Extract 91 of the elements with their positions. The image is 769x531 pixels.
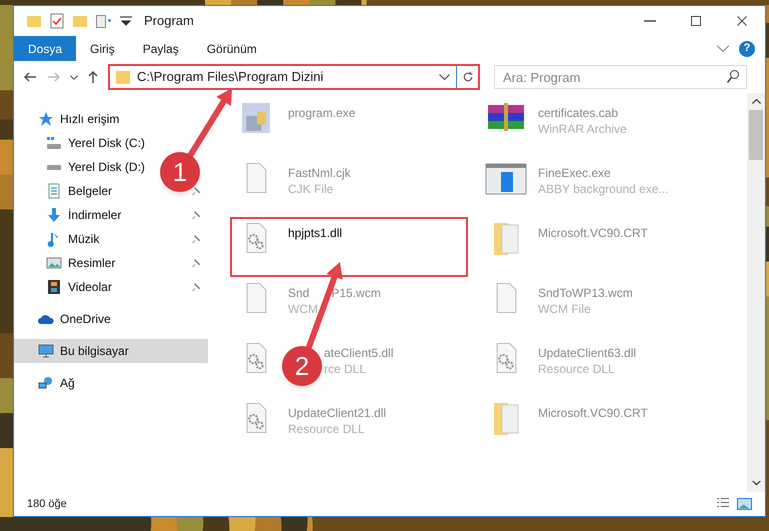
chevron-down-icon [439, 74, 450, 80]
file-name: ateClient5.dll [324, 345, 394, 361]
file-name: P15.wcm [331, 285, 381, 301]
ribbon-tab[interactable]: Görünüm [192, 36, 271, 61]
scrollbar[interactable] [747, 93, 765, 492]
dropdown-icon [120, 16, 132, 26]
help-button[interactable]: ? [739, 40, 755, 56]
star-icon [38, 111, 54, 127]
sidebar-item[interactable]: Videolar [46, 278, 112, 296]
folder-icon [115, 70, 131, 84]
ribbon-tab[interactable]: Dosya [14, 36, 76, 61]
file-type: Resource DLL [288, 421, 365, 437]
network-icon [38, 375, 54, 391]
file-name: hpjpts1.dll [288, 225, 342, 241]
sidebar-item[interactable]: İndirmeler [46, 206, 122, 224]
gear-file-icon [246, 403, 266, 433]
large-icons-view-icon [737, 498, 752, 510]
chevron-up-icon [752, 99, 760, 104]
pin-icon [190, 281, 202, 293]
window-icon [485, 163, 527, 195]
file-name: Microsoft.VC90.CRT [538, 225, 648, 241]
gear-file-icon [246, 343, 266, 373]
maximize-icon [690, 15, 702, 27]
pin-icon [190, 209, 202, 221]
details-view-icon [717, 498, 729, 507]
file-name: UpdateClient63.dll [538, 345, 636, 361]
file-type: WinRAR Archive [538, 121, 627, 137]
sidebar-item[interactable]: Resimler [46, 254, 116, 272]
folder-icon [494, 223, 518, 256]
address-path: C:\Program Files\Program Dizini [137, 68, 324, 86]
file-name: certificates.cab [538, 105, 618, 121]
item-count: 180 öğe [27, 496, 67, 512]
sidebar-item[interactable]: Belgeler [46, 182, 112, 200]
program-icon [242, 103, 270, 133]
file-name: FastNml.cjk [288, 165, 351, 181]
up-arrow-icon [88, 70, 98, 84]
file-type: Resource DLL [538, 361, 615, 377]
ribbon-tab[interactable]: Paylaş [128, 36, 193, 61]
file-name: FineExec.exe [538, 165, 611, 181]
file-type: ABBY background exe... [538, 181, 669, 197]
monitor-icon [38, 343, 54, 359]
folder-icon [72, 16, 88, 26]
address-field[interactable]: C:\Program Files\Program Dizini [108, 64, 480, 90]
sidebar-item[interactable]: Ağ [38, 374, 75, 392]
back-arrow-icon [24, 72, 37, 82]
file-name: UpdateClient21.dll [288, 405, 386, 421]
refresh-icon [462, 71, 474, 83]
sidebar-item[interactable]: Yerel Disk (C:) [46, 134, 145, 152]
file-type: WCM File [538, 301, 591, 317]
file-icon [246, 163, 266, 193]
sidebar-item[interactable]: Bu bilgisayar [38, 342, 129, 360]
document-icon [46, 183, 62, 199]
file-name: SndToWP13.wcm [538, 285, 633, 301]
pin-icon [190, 185, 202, 197]
chevron-down-icon [717, 45, 729, 52]
sidebar-item[interactable]: Yerel Disk (D:) [46, 158, 145, 176]
sidebar-item[interactable]: OneDrive [38, 310, 111, 328]
file-name: program.exe [288, 105, 356, 121]
folder-icon [494, 403, 518, 436]
search-icon [727, 70, 739, 83]
scrollbar-thumb[interactable] [749, 110, 763, 160]
pin-icon [190, 257, 202, 269]
window-title: Program [144, 12, 194, 30]
minimize-icon [644, 20, 656, 22]
search-field[interactable]: Ara: Program [494, 65, 747, 89]
properties-icon [50, 13, 64, 29]
gear-file-icon [496, 343, 516, 373]
chevron-down-icon [752, 481, 760, 486]
ribbon-tab[interactable]: Giriş [76, 36, 129, 61]
file-type: CJK File [288, 181, 334, 197]
download-icon [46, 207, 62, 223]
folder-icon [26, 16, 42, 26]
file-type: WCM [288, 301, 318, 317]
file-type: rce DLL [324, 361, 366, 377]
layout-icon [96, 14, 112, 28]
chevron-down-icon [70, 74, 78, 80]
sidebar-item[interactable]: Hızlı erişim [38, 110, 120, 128]
gear-file-icon [246, 223, 266, 253]
close-icon [736, 15, 748, 27]
sidebar-item[interactable]: Müzik [46, 230, 100, 248]
picture-icon [46, 255, 62, 271]
file-icon [246, 283, 266, 313]
file-name: Microsoft.VC90.CRT [538, 405, 648, 421]
drive-icon [46, 137, 62, 149]
file-icon [496, 283, 516, 313]
forward-arrow-icon [47, 72, 60, 82]
pin-icon [190, 233, 202, 245]
archive-icon [487, 103, 525, 131]
drive-icon [46, 164, 62, 170]
file-name: Snd [288, 285, 310, 301]
film-icon [46, 279, 62, 295]
